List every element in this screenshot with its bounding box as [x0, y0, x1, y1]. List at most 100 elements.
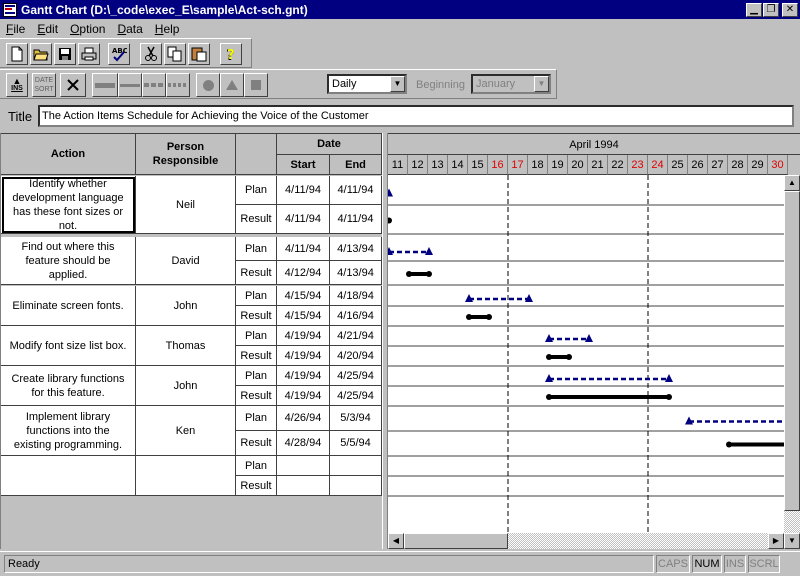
plan-start-cell[interactable]: 4/19/94 — [277, 366, 330, 386]
plan-end-cell[interactable]: 4/18/94 — [330, 286, 382, 306]
task-action-cell[interactable]: Modify font size list box. — [1, 326, 136, 366]
result-start-cell[interactable] — [277, 476, 330, 496]
scroll-right-arrow-icon[interactable]: ▶ — [768, 533, 784, 549]
paste-button[interactable] — [188, 43, 210, 65]
minimize-button[interactable]: ▁ — [746, 2, 762, 17]
horizontal-scroll-thumb[interactable] — [404, 533, 508, 549]
result-start-cell[interactable]: 4/11/94 — [277, 205, 330, 234]
scale-select[interactable]: Daily ▼ — [327, 74, 407, 94]
title-input[interactable]: The Action Items Schedule for Achieving … — [38, 105, 794, 127]
result-start-cell[interactable]: 4/28/94 — [277, 431, 330, 456]
triangle-marker-button[interactable] — [220, 73, 244, 97]
insert-row-button[interactable]: ▲ INS — [6, 73, 28, 97]
open-file-button[interactable] — [30, 43, 52, 65]
result-start-cell[interactable]: 4/19/94 — [277, 386, 330, 406]
task-action-cell[interactable]: Implement library functions into the exi… — [1, 406, 136, 456]
header-person[interactable]: Person Responsible — [136, 133, 236, 175]
num-indicator: NUM — [692, 555, 722, 573]
task-person-cell[interactable]: John — [136, 286, 236, 326]
task-action-cell[interactable] — [1, 456, 136, 496]
day-header: 29 — [748, 155, 768, 175]
scroll-down-arrow-icon[interactable]: ▼ — [784, 533, 800, 549]
plan-start-cell[interactable] — [277, 456, 330, 476]
result-end-cell[interactable]: 5/5/94 — [330, 431, 382, 456]
beginning-select[interactable]: January ▼ — [471, 74, 551, 94]
copy-button[interactable] — [164, 43, 186, 65]
menu-edit[interactable]: Edit — [31, 22, 64, 36]
result-end-cell[interactable]: 4/13/94 — [330, 261, 382, 285]
circle-marker-button[interactable] — [196, 73, 220, 97]
result-label-cell: Result — [236, 431, 277, 456]
plan-start-cell[interactable]: 4/26/94 — [277, 406, 330, 431]
solid-line-button[interactable] — [92, 73, 118, 97]
result-start-cell[interactable]: 4/15/94 — [277, 306, 330, 326]
day-header: 22 — [608, 155, 628, 175]
plan-end-cell[interactable]: 4/11/94 — [330, 176, 382, 205]
help-button[interactable]: ?? — [220, 43, 242, 65]
square-marker-button[interactable] — [244, 73, 268, 97]
task-person-cell[interactable]: John — [136, 366, 236, 406]
delete-row-button[interactable] — [60, 73, 86, 97]
scroll-up-arrow-icon[interactable]: ▲ — [784, 175, 800, 191]
date-sort-button[interactable]: DATE SORT — [32, 73, 56, 97]
copy-icon — [167, 46, 182, 62]
task-person-cell[interactable]: Thomas — [136, 326, 236, 366]
header-end[interactable]: End — [330, 155, 382, 175]
plan-label-cell: Plan — [236, 176, 277, 205]
day-header: 20 — [568, 155, 588, 175]
cut-button[interactable] — [140, 43, 162, 65]
gantt-chart-area[interactable] — [388, 175, 784, 533]
scroll-left-arrow-icon[interactable]: ◀ — [388, 533, 404, 549]
task-person-cell[interactable] — [136, 456, 236, 496]
plan-start-cell[interactable]: 4/11/94 — [277, 176, 330, 205]
thin-line-button[interactable] — [118, 73, 142, 97]
dash-line-button[interactable] — [142, 73, 166, 97]
plan-end-cell[interactable]: 4/13/94 — [330, 237, 382, 261]
horizontal-scrollbar[interactable]: ◀ ▶ — [388, 533, 784, 549]
header-type[interactable] — [236, 133, 277, 175]
result-start-cell[interactable]: 4/12/94 — [277, 261, 330, 285]
result-end-cell[interactable]: 4/25/94 — [330, 386, 382, 406]
task-action-cell[interactable]: Eliminate screen fonts. — [1, 286, 136, 326]
beginning-dropdown-arrow-icon[interactable]: ▼ — [534, 76, 549, 92]
dotted-line-button[interactable] — [166, 73, 190, 97]
vertical-scroll-thumb[interactable] — [784, 191, 800, 511]
menu-file[interactable]: File — [0, 22, 31, 36]
vertical-scrollbar[interactable]: ▲ ▼ — [784, 175, 800, 549]
task-action-cell[interactable]: Find out where this feature should be ap… — [1, 237, 136, 285]
plan-start-cell[interactable]: 4/11/94 — [277, 237, 330, 261]
plan-start-cell[interactable]: 4/19/94 — [277, 326, 330, 346]
plan-end-cell[interactable]: 4/25/94 — [330, 366, 382, 386]
header-action[interactable]: Action — [1, 133, 136, 175]
plan-end-cell[interactable]: 5/3/94 — [330, 406, 382, 431]
task-person-cell[interactable]: Neil — [136, 176, 236, 234]
menu-help[interactable]: Help — [149, 22, 186, 36]
plan-end-cell[interactable]: 4/21/94 — [330, 326, 382, 346]
menu-option[interactable]: Option — [64, 22, 111, 36]
plan-end-cell[interactable] — [330, 456, 382, 476]
print-button[interactable] — [78, 43, 100, 65]
menu-edit-rest: dit — [45, 21, 59, 36]
thin-line-icon — [120, 83, 140, 87]
plan-start-cell[interactable]: 4/15/94 — [277, 286, 330, 306]
save-button[interactable] — [54, 43, 76, 65]
close-button[interactable]: ✕ — [782, 2, 798, 17]
menu-data[interactable]: Data — [111, 22, 148, 36]
new-file-button[interactable] — [6, 43, 28, 65]
result-start-cell[interactable]: 4/19/94 — [277, 346, 330, 366]
result-end-cell[interactable]: 4/11/94 — [330, 205, 382, 234]
header-start[interactable]: Start — [277, 155, 330, 175]
result-end-cell[interactable] — [330, 476, 382, 496]
gantt-toolbar: ▲ INS DATE SORT Daily ▼ Beginning Januar… — [0, 69, 557, 99]
task-person-cell[interactable]: David — [136, 237, 236, 285]
spell-check-button[interactable]: ABC — [108, 43, 130, 65]
result-end-cell[interactable]: 4/20/94 — [330, 346, 382, 366]
task-action-cell[interactable]: Identify whether development language ha… — [1, 176, 136, 234]
gantt-app-icon[interactable] — [3, 2, 17, 17]
task-action-cell[interactable]: Create library functions for this featur… — [1, 366, 136, 406]
menu-data-rest: ata — [126, 21, 143, 36]
restore-button[interactable]: ❐ — [763, 2, 779, 17]
result-end-cell[interactable]: 4/16/94 — [330, 306, 382, 326]
task-person-cell[interactable]: Ken — [136, 406, 236, 456]
scale-dropdown-arrow-icon[interactable]: ▼ — [390, 76, 405, 92]
